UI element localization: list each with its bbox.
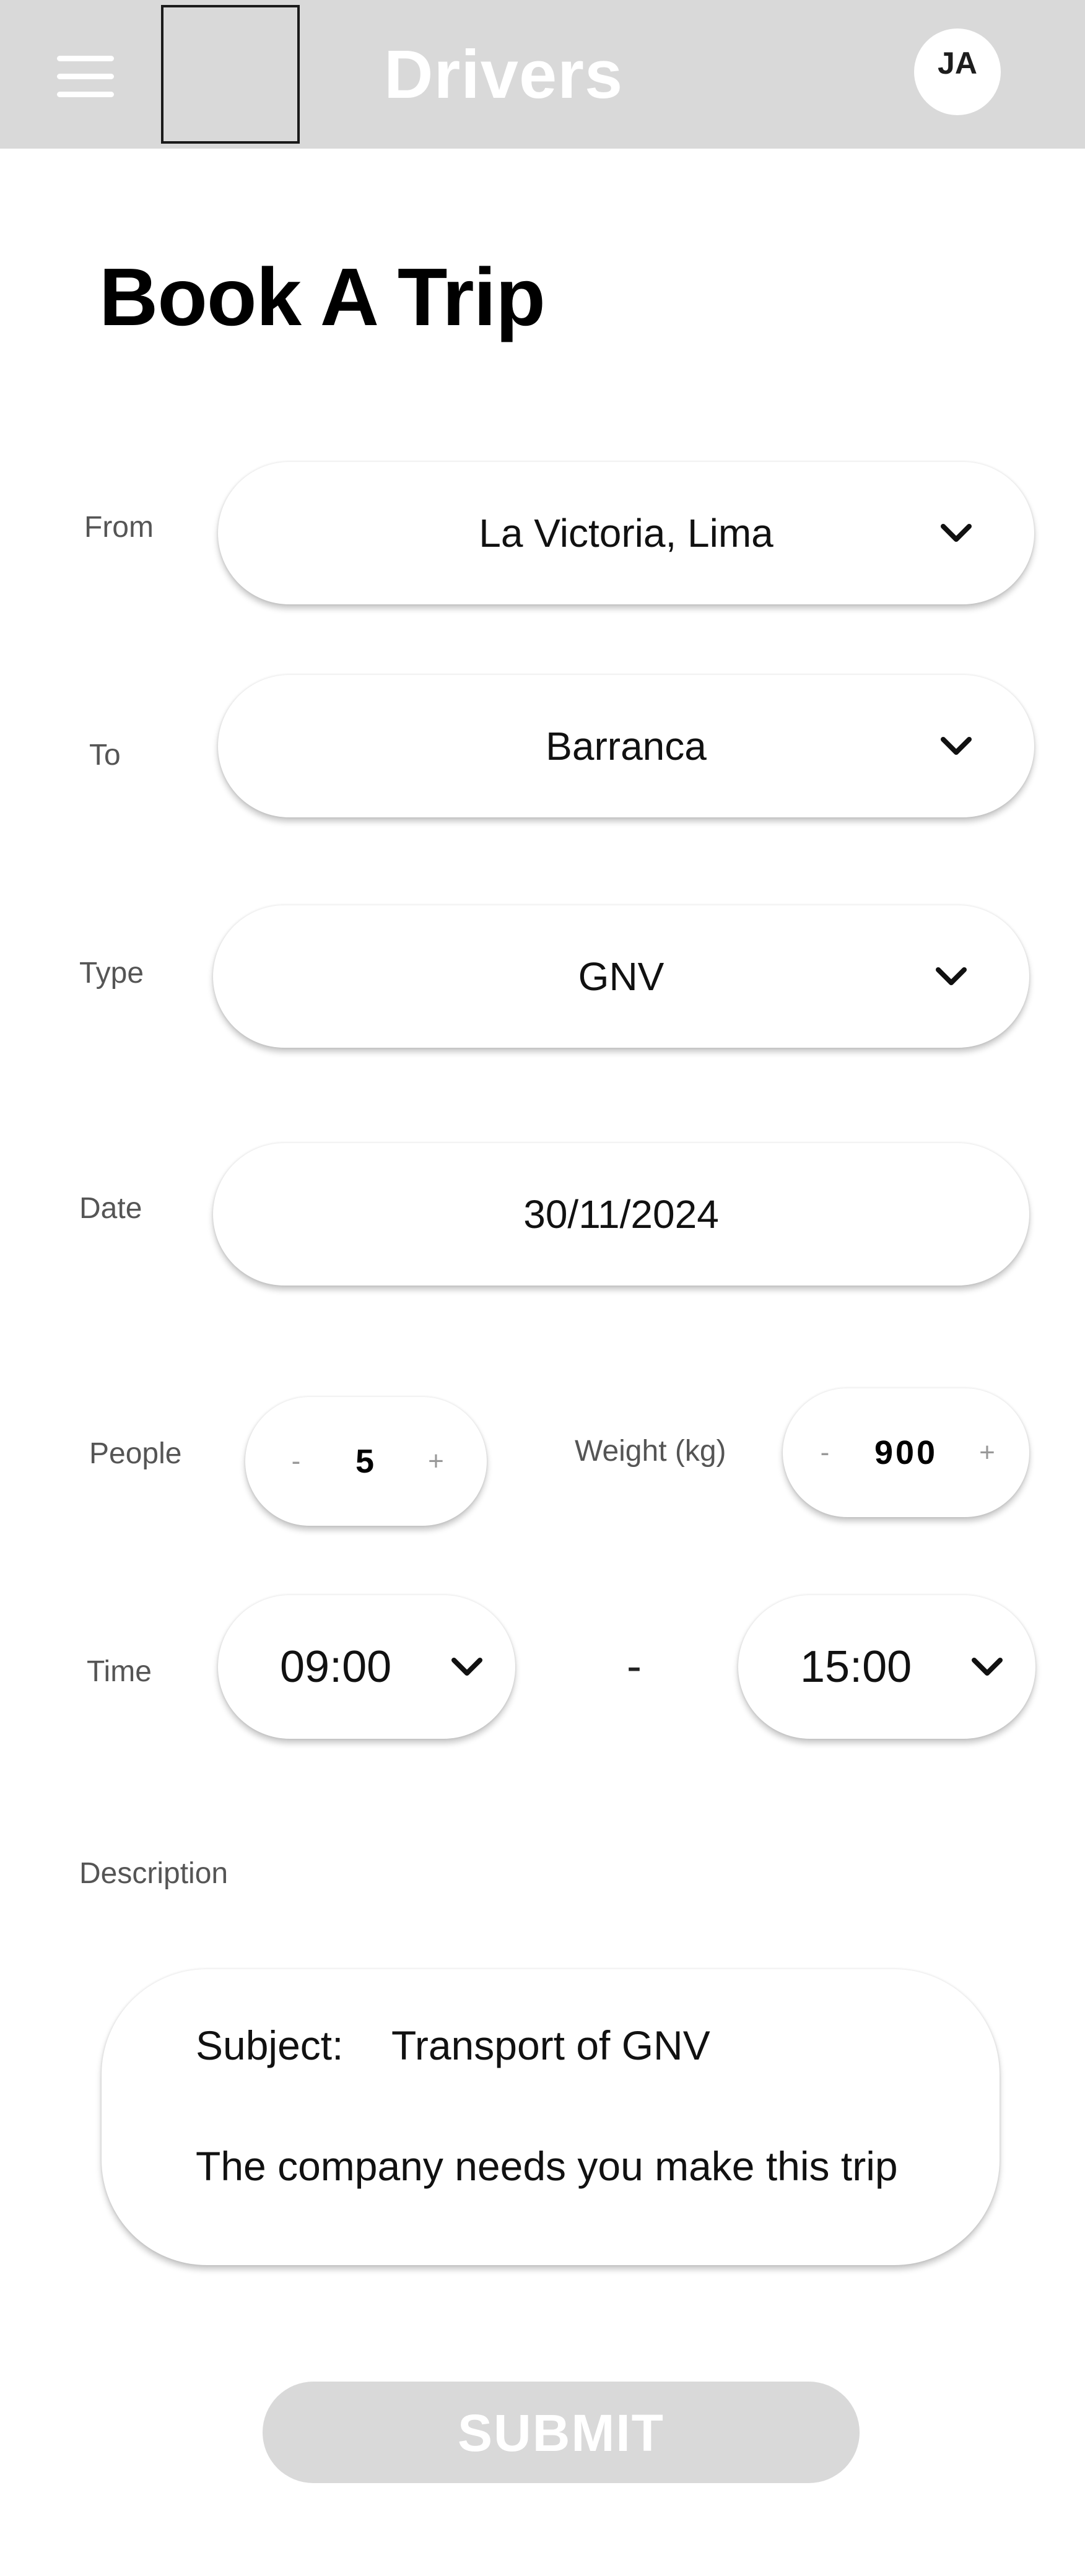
- app-header: Drivers JA: [0, 0, 1085, 149]
- chevron-down-icon: [971, 1656, 1003, 1677]
- people-increment-button[interactable]: +: [417, 1446, 455, 1477]
- people-label: People: [89, 1437, 182, 1470]
- weight-increment-button[interactable]: +: [969, 1437, 1006, 1468]
- type-select[interactable]: GNV: [213, 905, 1029, 1048]
- submit-button[interactable]: SUBMIT: [263, 2382, 860, 2483]
- weight-stepper[interactable]: - 900 +: [783, 1388, 1029, 1517]
- chevron-down-icon: [940, 736, 972, 757]
- from-select-value: La Victoria, Lima: [479, 511, 773, 555]
- to-label: To: [89, 739, 121, 772]
- from-select[interactable]: La Victoria, Lima: [218, 462, 1034, 604]
- date-value: 30/11/2024: [523, 1192, 719, 1237]
- people-decrement-button[interactable]: -: [277, 1446, 315, 1477]
- time-label: Time: [87, 1655, 152, 1688]
- from-label: From: [84, 511, 154, 544]
- weight-value: 900: [874, 1434, 938, 1471]
- logo-placeholder: [161, 5, 300, 144]
- type-label: Type: [79, 957, 144, 990]
- date-input[interactable]: 30/11/2024: [213, 1143, 1029, 1286]
- page-title: Book A Trip: [99, 251, 546, 342]
- description-textarea[interactable]: Subject: Transport of GNV The company ne…: [102, 1969, 1000, 2265]
- subject-value: Transport of GNV: [391, 2022, 710, 2068]
- to-select-value: Barranca: [546, 724, 707, 768]
- chevron-down-icon: [935, 966, 967, 987]
- weight-decrement-button[interactable]: -: [806, 1437, 843, 1468]
- hamburger-menu-icon[interactable]: [57, 56, 114, 97]
- description-body: The company needs you make this trip: [196, 2143, 898, 2189]
- to-select[interactable]: Barranca: [218, 675, 1034, 817]
- weight-label: Weight (kg): [575, 1435, 726, 1468]
- type-select-value: GNV: [578, 954, 665, 999]
- chevron-down-icon: [451, 1656, 483, 1677]
- subject-label: Subject:: [196, 2022, 344, 2068]
- avatar[interactable]: JA: [914, 28, 1001, 115]
- description-label: Description: [79, 1857, 229, 1890]
- people-value: 5: [355, 1443, 377, 1480]
- date-label: Date: [79, 1192, 142, 1225]
- time-separator: -: [627, 1642, 642, 1691]
- chevron-down-icon: [940, 523, 972, 544]
- people-stepper[interactable]: - 5 +: [245, 1397, 487, 1526]
- app-title: Drivers: [384, 37, 624, 113]
- end-time-select[interactable]: 15:00: [738, 1595, 1035, 1739]
- start-time-select[interactable]: 09:00: [218, 1595, 515, 1739]
